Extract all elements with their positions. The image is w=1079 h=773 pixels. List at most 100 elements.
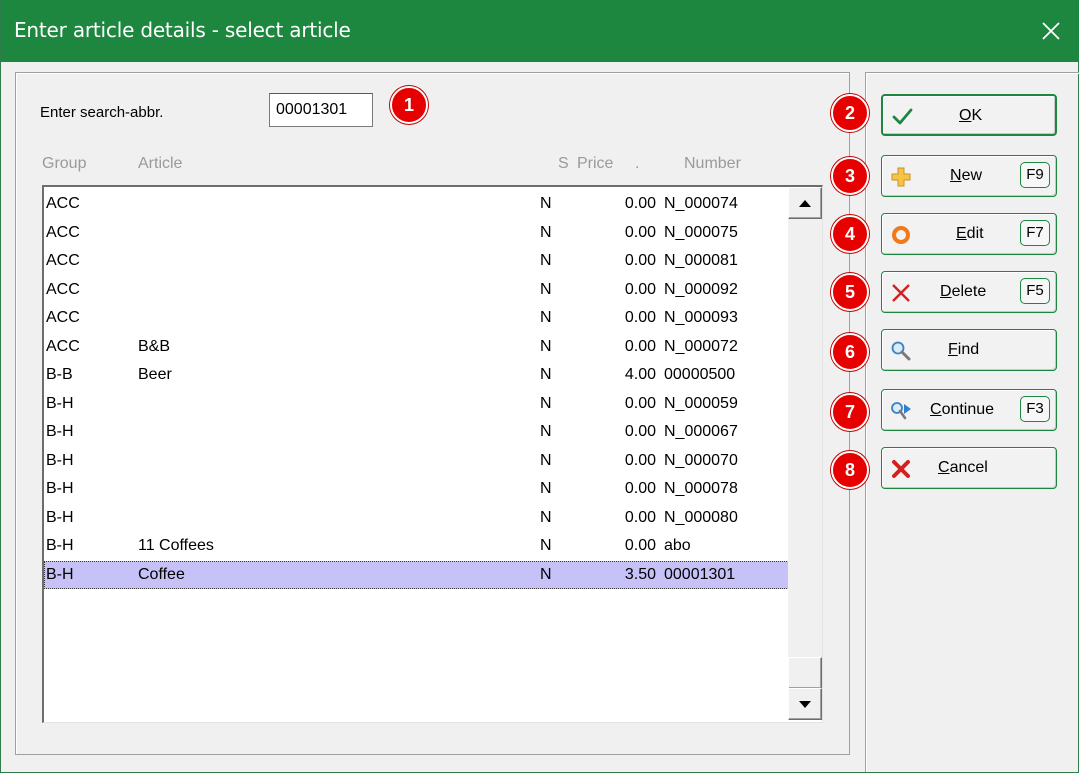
continue-shortcut-key: F3 — [1020, 396, 1050, 422]
cell-s: N — [540, 394, 552, 412]
column-header-s[interactable]: S — [558, 155, 569, 173]
scroll-down-button[interactable] — [788, 688, 822, 720]
article-rows: ACC N 0.00 N_000074 ACC N 0.00 N_000075 ACC N 0.00… — [44, 190, 789, 589]
cell-price: 0.00 — [624, 337, 656, 355]
cell-s: N — [540, 252, 552, 269]
table-row[interactable]: B-H 11 Coffees N 0.00 abo — [44, 532, 789, 561]
table-row[interactable]: ACC N 0.00 N_000093 — [44, 304, 789, 333]
table-row[interactable]: ACC B&B N 0.00 N_000072 — [44, 333, 789, 362]
vertical-scrollbar[interactable] — [788, 187, 822, 720]
cell-group: B-H — [46, 423, 74, 440]
cell-price: 0.00 — [624, 394, 656, 412]
scroll-thumb[interactable] — [788, 657, 822, 689]
table-row[interactable]: ACC N 0.00 N_000081 — [44, 247, 789, 276]
cell-number: N_000074 — [664, 195, 738, 212]
cell-group: B-H — [46, 508, 74, 526]
cell-price: 0.00 — [624, 423, 656, 440]
cell-number: 00000500 — [664, 366, 736, 383]
cell-price: 4.00 — [624, 366, 656, 383]
cell-group: B-H — [46, 480, 74, 497]
cell-s: N — [540, 537, 552, 554]
edit-button[interactable]: Edit F7 — [881, 213, 1057, 255]
column-header-article[interactable]: Article — [138, 155, 182, 173]
window-title: Enter article details - select article — [14, 18, 351, 42]
callout-badge-1: 1 — [390, 86, 428, 124]
table-row[interactable]: B-H N 0.00 N_000067 — [44, 418, 789, 447]
continue-button[interactable]: Continue F3 — [881, 389, 1057, 431]
close-icon — [1042, 22, 1060, 40]
cell-number: N_000059 — [664, 394, 738, 412]
cell-s: N — [540, 195, 552, 212]
ring-icon — [892, 226, 910, 244]
cell-group: ACC — [46, 337, 80, 355]
table-row[interactable]: B-H N 0.00 N_000059 — [44, 390, 789, 419]
table-row[interactable]: B-B Beer N 4.00 00000500 — [44, 361, 789, 390]
x-icon — [892, 284, 910, 302]
arrow-up-icon — [799, 200, 811, 207]
cell-price: 0.00 — [624, 508, 656, 526]
title-bar: Enter article details - select article — [1, 0, 1079, 62]
checkmark-icon — [892, 108, 913, 125]
cell-price: 0.00 — [624, 223, 656, 241]
cell-price: 0.00 — [624, 195, 656, 212]
cell-price: 0.00 — [624, 480, 656, 497]
new-label: New — [950, 167, 983, 184]
cell-number: N_000075 — [664, 223, 738, 241]
column-header-number[interactable]: Number — [684, 155, 741, 173]
delete-button[interactable]: Delete F5 — [881, 271, 1057, 313]
article-list[interactable]: ACC N 0.00 N_000074 ACC N 0.00 N_000075 ACC N 0.00… — [42, 185, 823, 723]
table-row[interactable]: ACC N 0.00 N_000075 — [44, 219, 789, 248]
search-label: Enter search-abbr. — [40, 104, 164, 121]
cell-price: 0.00 — [624, 451, 656, 469]
ok-button[interactable]: OK — [881, 94, 1057, 136]
cell-s: N — [540, 366, 552, 383]
cell-s: N — [540, 451, 552, 469]
cell-article: B&B — [138, 337, 171, 355]
cell-s: N — [540, 423, 552, 440]
table-row[interactable]: B-H Coffee N 3.50 00001301 — [44, 560, 789, 589]
column-header-group[interactable]: Group — [42, 155, 86, 173]
cancel-button[interactable]: Cancel — [881, 447, 1057, 489]
cell-group: B-H — [46, 394, 74, 412]
continue-label: Continue — [930, 401, 995, 418]
edit-label: Edit — [956, 225, 984, 242]
search-input[interactable] — [269, 93, 373, 127]
cell-number: abo — [664, 537, 691, 554]
plus-icon — [891, 167, 911, 187]
cell-group: B-H — [46, 565, 74, 583]
find-button[interactable]: Find — [881, 329, 1057, 371]
callout-badge-8: 8 — [831, 451, 869, 489]
cell-price: 0.00 — [624, 309, 656, 326]
column-header-price[interactable]: Price — [577, 155, 613, 173]
column-header-dot: . — [635, 155, 640, 172]
magnifier-arrow-icon — [891, 402, 911, 420]
cell-article: 11 Coffees — [138, 537, 214, 554]
cell-group: B-H — [46, 537, 74, 554]
table-row[interactable]: ACC N 0.00 N_000074 — [44, 190, 789, 219]
cell-number: N_000072 — [664, 337, 738, 355]
table-row[interactable]: B-H N 0.00 N_000078 — [44, 475, 789, 504]
cell-s: N — [540, 508, 552, 526]
cell-group: ACC — [46, 280, 80, 298]
cell-number: N_000067 — [664, 423, 738, 440]
callout-badge-5: 5 — [831, 273, 869, 311]
find-label: Find — [948, 341, 980, 358]
cell-number: N_000070 — [664, 451, 738, 469]
cell-number: N_000080 — [664, 508, 738, 526]
scroll-up-button[interactable] — [788, 187, 822, 219]
cell-s: N — [540, 309, 552, 326]
red-x-icon — [892, 460, 910, 478]
cell-group: ACC — [46, 195, 80, 212]
delete-label: Delete — [940, 283, 987, 300]
table-row[interactable]: ACC N 0.00 N_000092 — [44, 276, 789, 305]
new-button[interactable]: New F9 — [881, 155, 1057, 197]
cell-s: N — [540, 565, 552, 583]
table-row[interactable]: B-H N 0.00 N_000080 — [44, 504, 789, 533]
cell-price: 0.00 — [624, 537, 656, 554]
cell-group: ACC — [46, 309, 80, 326]
close-button[interactable] — [1022, 0, 1079, 62]
cell-number: N_000092 — [664, 280, 738, 298]
table-row[interactable]: B-H N 0.00 N_000070 — [44, 447, 789, 476]
cell-s: N — [540, 480, 552, 497]
cell-group: B-H — [46, 451, 74, 469]
